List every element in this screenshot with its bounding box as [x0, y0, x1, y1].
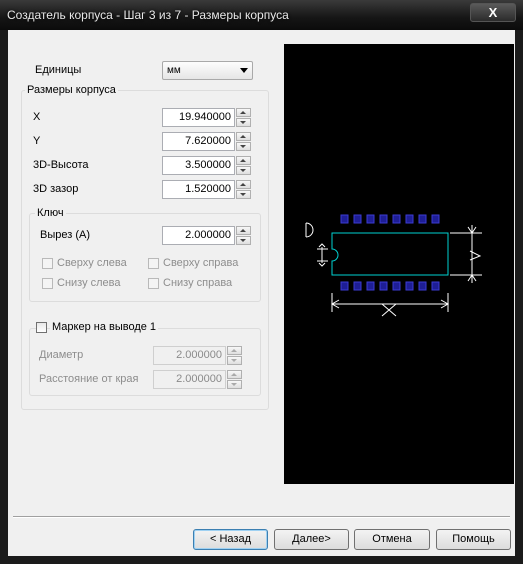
bottom-right-label: Снизу справа: [163, 277, 233, 289]
top-left-checkbox[interactable]: [42, 258, 53, 269]
y-increment-button[interactable]: [236, 132, 251, 141]
wizard-content: Единицы мм Размеры корпуса X 19.940000 Y…: [8, 30, 515, 556]
edge-distance-decrement-button[interactable]: [227, 380, 242, 389]
y-label: Y: [33, 135, 41, 147]
notch-decrement-button[interactable]: [236, 236, 251, 245]
cancel-button[interactable]: Отмена: [354, 529, 430, 550]
gap3d-spinbox: 1.520000: [162, 180, 252, 199]
top-pads: [340, 214, 440, 224]
height3d-decrement-button[interactable]: [236, 166, 251, 175]
diameter-increment-button[interactable]: [227, 346, 242, 355]
height3d-input[interactable]: 3.500000: [162, 156, 235, 175]
notch-spinbox: 2.000000: [162, 226, 252, 245]
edge-distance-spinbox: 2.000000: [153, 370, 243, 389]
back-button[interactable]: < Назад: [193, 529, 268, 550]
top-left-label: Сверху слева: [57, 257, 127, 269]
diameter-label: Диаметр: [39, 349, 84, 361]
dimensions-group-title: Размеры корпуса: [25, 84, 118, 96]
x-decrement-button[interactable]: [236, 118, 251, 127]
top-right-label: Сверху справа: [163, 257, 239, 269]
height3d-label: 3D-Высота: [33, 159, 89, 171]
diameter-decrement-button[interactable]: [227, 356, 242, 365]
package-outline: [331, 232, 449, 276]
chevron-down-icon: [240, 68, 248, 73]
notch-increment-button[interactable]: [236, 226, 251, 235]
y-input[interactable]: 7.620000: [162, 132, 235, 151]
height3d-increment-button[interactable]: [236, 156, 251, 165]
key-group-title: Ключ: [35, 207, 66, 219]
notch-label: Вырез (А): [40, 229, 90, 241]
gap3d-input[interactable]: 1.520000: [162, 180, 235, 199]
x-input[interactable]: 19.940000: [162, 108, 235, 127]
next-button[interactable]: Далее>: [274, 529, 349, 550]
y-decrement-button[interactable]: [236, 142, 251, 151]
button-separator: [13, 516, 510, 518]
edge-distance-increment-button[interactable]: [227, 370, 242, 379]
x-increment-button[interactable]: [236, 108, 251, 117]
bottom-left-label: Снизу слева: [57, 277, 121, 289]
close-button[interactable]: X: [470, 3, 516, 22]
edge-distance-input[interactable]: 2.000000: [153, 370, 226, 389]
units-dropdown[interactable]: мм: [162, 61, 253, 80]
gap3d-increment-button[interactable]: [236, 180, 251, 189]
window-title: Создатель корпуса - Шаг 3 из 7 - Размеры…: [7, 8, 289, 22]
x-label: X: [33, 111, 41, 123]
package-preview: [284, 44, 514, 484]
height3d-spinbox: 3.500000: [162, 156, 252, 175]
pin-marker-checkbox[interactable]: [36, 322, 47, 333]
bottom-left-checkbox[interactable]: [42, 278, 53, 289]
units-value: мм: [167, 65, 181, 76]
y-spinbox: 7.620000: [162, 132, 252, 151]
gap3d-decrement-button[interactable]: [236, 190, 251, 199]
notch-input[interactable]: 2.000000: [162, 226, 235, 245]
package-wizard-window: Создатель корпуса - Шаг 3 из 7 - Размеры…: [0, 0, 523, 564]
bottom-right-checkbox[interactable]: [148, 278, 159, 289]
package-preview-drawing: [305, 214, 482, 317]
edge-distance-label: Расстояние от края: [39, 373, 139, 385]
bottom-pads: [340, 281, 440, 291]
help-button[interactable]: Помощь: [436, 529, 511, 550]
gap3d-label: 3D зазор: [33, 183, 79, 195]
top-right-checkbox[interactable]: [148, 258, 159, 269]
title-bar[interactable]: Создатель корпуса - Шаг 3 из 7 - Размеры…: [0, 0, 523, 30]
diameter-input[interactable]: 2.000000: [153, 346, 226, 365]
x-spinbox: 19.940000: [162, 108, 252, 127]
diameter-spinbox: 2.000000: [153, 346, 243, 365]
pin-marker-label: Маркер на выводе 1: [50, 321, 159, 333]
units-label: Единицы: [35, 64, 82, 76]
